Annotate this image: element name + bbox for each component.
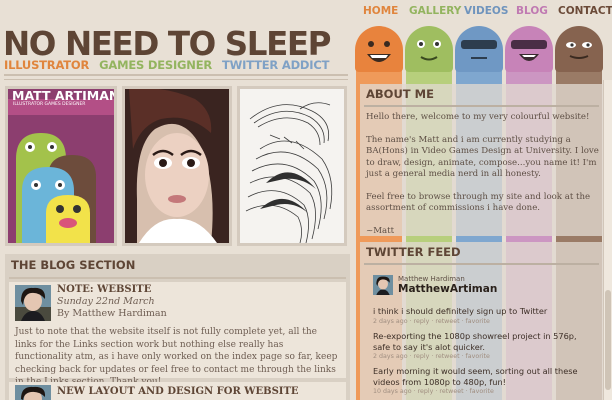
green-monster-icon xyxy=(405,26,453,72)
about-text: Hello there, welcome to my very colourfu… xyxy=(366,112,601,248)
bird-sketch xyxy=(240,89,344,243)
about-paragraph: Feel free to browse through my site and … xyxy=(366,191,591,214)
portrait-photo xyxy=(125,89,229,243)
twitter-avatar[interactable] xyxy=(373,275,393,295)
post-author: By Matthew Hardiman xyxy=(57,308,167,319)
blog-section: THE BLOG SECTION NOTE: WEBSITE Sunday 22… xyxy=(5,254,350,400)
about-paragraph: Hello there, welcome to my very colourfu… xyxy=(366,112,590,122)
twitter-user-name: Matthew Hardiman xyxy=(398,275,465,283)
nav-gallery[interactable]: GALLERY xyxy=(409,5,461,17)
site-title: NO NEED TO SLEEP xyxy=(3,25,331,63)
tweet-text: Re-exporting the 1080p showreel project … xyxy=(373,331,577,352)
tagline: ILLUSTRATOR GAMES DESIGNER TWITTER ADDICT xyxy=(4,58,339,72)
scrollbar-thumb[interactable] xyxy=(605,290,611,390)
author-avatar-photo xyxy=(15,285,51,321)
twitter-heading: TWITTER FEED xyxy=(366,245,461,259)
portfolio-divider xyxy=(4,79,348,80)
tagline-illustrator: ILLUSTRATOR xyxy=(4,58,90,72)
orange-monster-icon xyxy=(355,26,403,72)
poster-subtitle: ILLUSTRATOR GAMES DESIGNER xyxy=(13,102,86,107)
blog-post: NOTE: WEBSITE Sunday 22nd March By Matth… xyxy=(9,282,346,387)
tweet: Re-exporting the 1080p showreel project … xyxy=(373,331,588,362)
portfolio-thumb-sketch[interactable] xyxy=(237,86,347,246)
nav-videos[interactable]: VIDEOS xyxy=(464,5,508,17)
blog-post: NEW LAYOUT AND DESIGN FOR WEBSITE xyxy=(9,382,346,400)
twitter-avatar-photo xyxy=(373,275,393,295)
blog-heading: THE BLOG SECTION xyxy=(11,258,136,272)
about-panel: ABOUT ME Hello there, welcome to my very… xyxy=(360,84,603,236)
tweet-meta[interactable]: 2 days ago · reply · retweet · favorite xyxy=(373,352,588,362)
avatar xyxy=(15,285,51,321)
post-body: Just to note that the website itself is … xyxy=(15,327,338,387)
post-title[interactable]: NEW LAYOUT AND DESIGN FOR WEBSITE xyxy=(57,386,299,397)
poster-title: MATT ARTIMAN xyxy=(12,88,117,103)
tweet: Early morning it would seem, sorting out… xyxy=(373,366,588,397)
blue-monster-icon xyxy=(455,26,503,72)
tweet-text: Early morning it would seem, sorting out… xyxy=(373,366,578,387)
poster-illustration xyxy=(8,89,114,243)
tweet-meta[interactable]: 10 days ago · reply · retweet · favorite xyxy=(373,387,588,397)
twitter-scrollbar[interactable] xyxy=(603,80,612,400)
tagline-games-designer: GAMES DESIGNER xyxy=(99,58,213,72)
blog-heading-divider xyxy=(9,277,346,279)
tweet-text: i think i should definitely sign up to T… xyxy=(373,306,548,316)
about-heading: ABOUT ME xyxy=(366,87,434,101)
post-date: Sunday 22nd March xyxy=(57,296,155,307)
twitter-heading-divider xyxy=(364,263,599,265)
twitter-user-handle[interactable]: MatthewArtiman xyxy=(398,283,497,295)
post-title[interactable]: NOTE: WEBSITE xyxy=(57,284,151,295)
brown-monster-icon xyxy=(555,26,603,72)
portfolio-thumb-poster[interactable]: MATT ARTIMAN ILLUSTRATOR GAMES DESIGNER xyxy=(5,86,117,246)
about-paragraph: The name's Matt and i am currently study… xyxy=(366,134,599,180)
tweet: i think i should definitely sign up to T… xyxy=(373,306,588,327)
nav-contact[interactable]: CONTACT xyxy=(558,5,612,17)
tagline-twitter-addict: TWITTER ADDICT xyxy=(222,58,330,72)
avatar xyxy=(15,385,51,400)
nav-blog[interactable]: BLOG xyxy=(516,5,548,17)
author-avatar-photo xyxy=(15,385,51,400)
portfolio-thumb-portrait[interactable] xyxy=(122,86,232,246)
pink-monster-icon xyxy=(505,26,553,72)
nav-home[interactable]: HOME xyxy=(363,5,398,17)
about-signature: ~Matt xyxy=(366,225,395,236)
twitter-panel: TWITTER FEED Matthew Hardiman MatthewArt… xyxy=(360,242,603,400)
tweet-meta[interactable]: 2 days ago · reply · retweet · favorite xyxy=(373,317,588,327)
about-heading-divider xyxy=(364,105,599,107)
header-divider xyxy=(4,74,348,76)
